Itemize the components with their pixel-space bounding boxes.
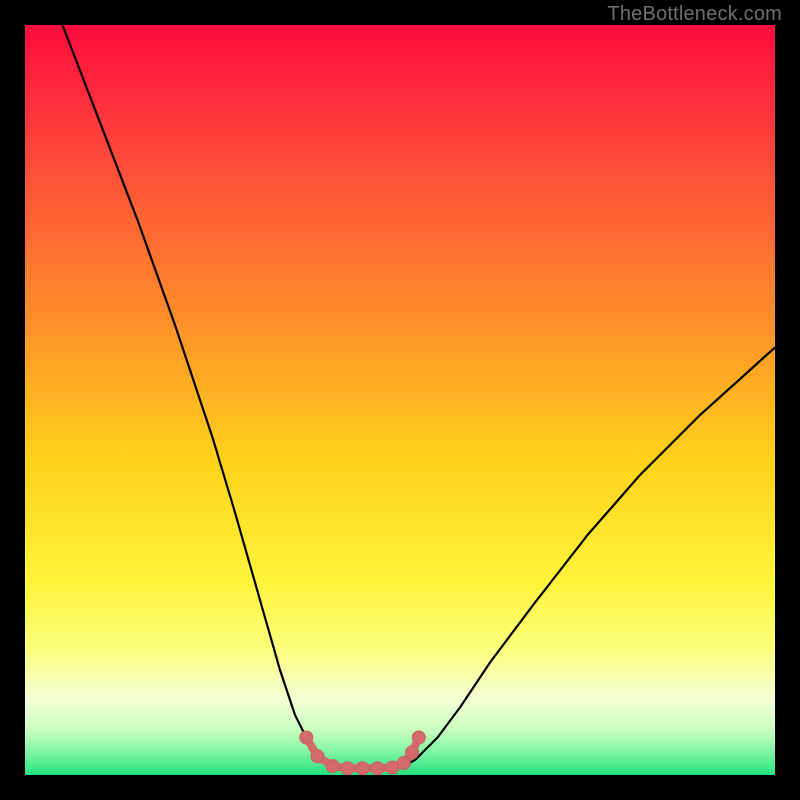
gradient-background bbox=[25, 25, 775, 775]
trough-marker bbox=[412, 731, 425, 744]
trough-marker bbox=[300, 731, 313, 744]
bottleneck-chart bbox=[25, 25, 775, 775]
watermark-text: TheBottleneck.com bbox=[607, 3, 782, 26]
trough-marker bbox=[371, 762, 384, 775]
trough-marker bbox=[341, 762, 354, 775]
trough-marker bbox=[326, 760, 339, 773]
trough-marker bbox=[406, 746, 419, 759]
chart-frame: TheBottleneck.com bbox=[0, 0, 800, 800]
trough-marker bbox=[311, 750, 324, 763]
plot-area bbox=[25, 25, 775, 775]
trough-marker bbox=[356, 762, 369, 775]
